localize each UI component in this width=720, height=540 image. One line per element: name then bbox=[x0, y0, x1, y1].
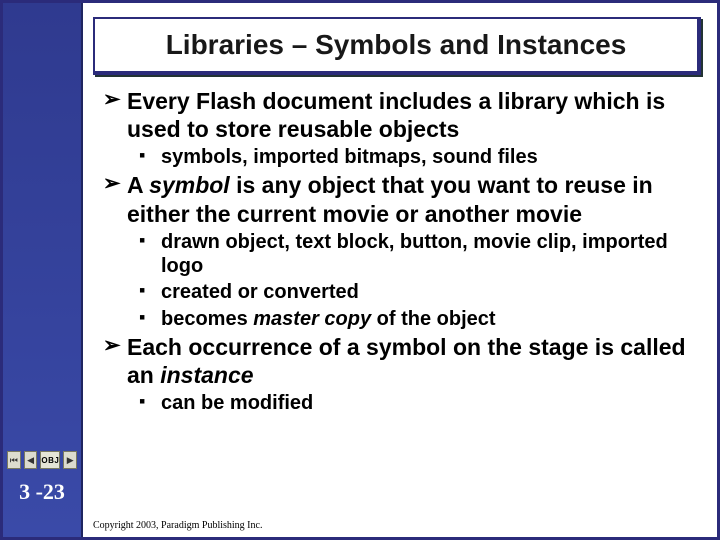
bullet-3a: can be modified bbox=[101, 391, 701, 415]
bullet-2: A symbol is any object that you want to … bbox=[101, 171, 701, 227]
bullet-1a: symbols, imported bitmaps, sound files bbox=[101, 145, 701, 169]
bullet-2-em: symbol bbox=[149, 172, 230, 198]
slide-container: ⏮ ◀ OBJ ▶ 3 -23 Libraries – Symbols and … bbox=[0, 0, 720, 540]
bullet-2c-pre: becomes bbox=[161, 308, 253, 330]
bullet-2b: created or converted bbox=[101, 280, 701, 304]
slide-number: 3 -23 bbox=[3, 479, 81, 505]
bullet-2c-em: master copy bbox=[253, 308, 371, 330]
bullet-2c: becomes master copy of the object bbox=[101, 307, 701, 331]
slide-title: Libraries – Symbols and Instances bbox=[107, 29, 685, 61]
main-content: Libraries – Symbols and Instances Every … bbox=[83, 3, 717, 537]
title-box: Libraries – Symbols and Instances bbox=[93, 17, 701, 75]
bullet-1: Every Flash document includes a library … bbox=[101, 87, 701, 143]
side-rail: ⏮ ◀ OBJ ▶ 3 -23 bbox=[3, 3, 83, 537]
nav-next-button[interactable]: ▶ bbox=[63, 451, 77, 469]
nav-obj-button[interactable]: OBJ bbox=[40, 451, 60, 469]
nav-prev-button[interactable]: ◀ bbox=[24, 451, 38, 469]
copyright-text: Copyright 2003, Paradigm Publishing Inc. bbox=[93, 520, 262, 531]
bullet-2-pre: A bbox=[127, 172, 149, 198]
bullet-3: Each occurrence of a symbol on the stage… bbox=[101, 333, 701, 389]
bullet-2c-post: of the object bbox=[371, 308, 495, 330]
bullet-2a: drawn object, text block, button, movie … bbox=[101, 230, 701, 279]
nav-first-button[interactable]: ⏮ bbox=[7, 451, 21, 469]
body-text: Every Flash document includes a library … bbox=[93, 87, 701, 416]
nav-cluster: ⏮ ◀ OBJ ▶ bbox=[7, 451, 77, 469]
bullet-3-em: instance bbox=[160, 362, 253, 388]
